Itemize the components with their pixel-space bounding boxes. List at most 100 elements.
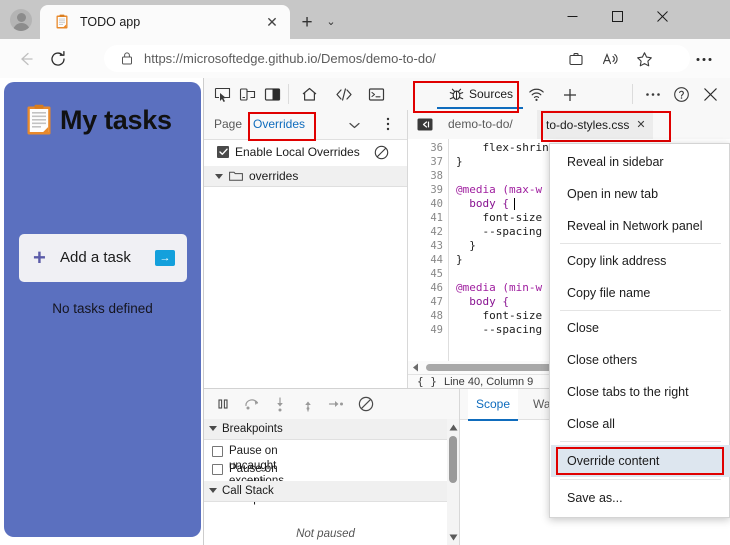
window-maximize-button[interactable] xyxy=(595,0,640,32)
navigator-more-chevron-down-icon[interactable] xyxy=(347,118,361,132)
todo-app-card: My tasks + Add a task → No tasks defined xyxy=(4,82,201,537)
deactivate-breakpoints-button[interactable] xyxy=(356,395,376,413)
device-emulation-button[interactable] xyxy=(237,84,258,105)
context-menu-item-reveal-in-network-panel[interactable]: Reveal in Network panel xyxy=(551,210,730,242)
add-panel-icon xyxy=(563,88,576,101)
network-conditions-button[interactable] xyxy=(526,84,547,105)
profile-button[interactable] xyxy=(7,6,35,34)
pause-resume-button[interactable] xyxy=(213,395,233,413)
navigator-tab-overrides[interactable]: Overrides xyxy=(253,116,305,133)
tab-scope[interactable]: Scope xyxy=(468,389,519,421)
context-menu-item-close[interactable]: Close xyxy=(551,312,730,344)
window-minimize-button[interactable] xyxy=(550,0,595,32)
add-favorite-button[interactable] xyxy=(634,49,654,69)
scrollbar-thumb[interactable] xyxy=(449,436,457,483)
enable-local-overrides-checkbox[interactable] xyxy=(217,146,229,158)
context-menu-divider xyxy=(560,479,721,480)
devtools-close-button[interactable] xyxy=(700,84,721,105)
pretty-print-button[interactable]: { } xyxy=(417,375,437,389)
show-navigator-button[interactable] xyxy=(416,116,434,132)
more-options-icon xyxy=(386,117,390,131)
devtools-tab-sources-label: Sources xyxy=(469,87,514,101)
clear-configuration-icon xyxy=(374,145,388,159)
navigator-tabs: Page Overrides xyxy=(204,110,407,140)
step-icon xyxy=(328,401,343,407)
devtools-help-button[interactable] xyxy=(671,84,692,105)
navigator-more-options-button[interactable] xyxy=(381,116,395,132)
step-over-button[interactable] xyxy=(242,395,262,413)
code-line: } xyxy=(456,155,463,168)
breakpoints-section-label: Breakpoints xyxy=(222,423,283,435)
context-menu-item-close-others[interactable]: Close others xyxy=(551,344,730,376)
browser-settings-button[interactable] xyxy=(694,49,714,69)
tab-list-chevron-down-icon[interactable]: ⌄ xyxy=(322,13,340,31)
browser-tab-close-icon[interactable]: ✕ xyxy=(264,14,280,30)
expand-triangle-icon[interactable] xyxy=(209,426,217,431)
editor-tab-to-do-styles-css[interactable]: to-do-styles.css ✕ xyxy=(537,110,653,139)
breakpoints-section-header[interactable]: Breakpoints xyxy=(204,419,447,440)
step-button[interactable] xyxy=(326,395,346,413)
maximize-icon xyxy=(612,10,623,22)
scroll-down-arrow-icon[interactable] xyxy=(448,532,458,542)
browser-tab-todo-app[interactable]: TODO app ✕ xyxy=(40,5,290,39)
step-out-button[interactable] xyxy=(298,395,318,413)
devtools-tab-sources[interactable]: Sources xyxy=(442,80,520,108)
context-menu-divider xyxy=(560,310,721,311)
expand-triangle-icon[interactable] xyxy=(209,488,217,493)
editor-tab-demo-to-do[interactable]: demo-to-do/ xyxy=(448,110,513,138)
home-button[interactable] xyxy=(299,84,320,105)
debugger-vertical-scrollbar[interactable] xyxy=(447,419,459,545)
webpage-viewport: My tasks + Add a task → No tasks defined xyxy=(0,78,203,545)
code-line: } xyxy=(456,239,476,252)
context-menu-item-override-content[interactable]: Override content xyxy=(551,445,730,477)
favorite-star-icon xyxy=(636,51,652,66)
close-icon xyxy=(657,10,668,22)
step-into-icon xyxy=(277,396,283,411)
pause-caught-exceptions-checkbox[interactable] xyxy=(212,464,223,475)
context-menu-item-open-in-new-tab[interactable]: Open in new tab xyxy=(551,178,730,210)
collections-button[interactable] xyxy=(566,49,586,69)
context-menu-item-copy-link-address[interactable]: Copy link address xyxy=(551,245,730,277)
read-aloud-button[interactable] xyxy=(600,49,620,69)
call-stack-section-header[interactable]: Call Stack xyxy=(204,481,447,502)
context-menu-item-copy-file-name[interactable]: Copy file name xyxy=(551,277,730,309)
context-menu-item-close-tabs-to-the-right[interactable]: Close tabs to the right xyxy=(551,376,730,408)
code-line: } xyxy=(456,253,463,266)
overrides-folder-row[interactable]: overrides xyxy=(204,166,407,187)
settings-ellipsis-icon xyxy=(696,57,712,61)
code-line: --spacing xyxy=(456,323,543,336)
add-panel-button[interactable] xyxy=(559,84,580,105)
home-icon xyxy=(302,87,317,101)
line-number-gutter: 36 37 38 39 40 41 42 43 44 45 46 47 48 4… xyxy=(408,139,449,361)
new-tab-button[interactable]: + xyxy=(296,11,318,33)
reload-button[interactable] xyxy=(46,47,70,71)
elements-panel-button[interactable] xyxy=(333,84,354,105)
scroll-left-arrow-icon[interactable] xyxy=(411,363,420,372)
editor-tab-close-icon[interactable]: ✕ xyxy=(636,117,645,133)
help-icon xyxy=(674,87,689,102)
context-menu-item-save-as[interactable]: Save as... xyxy=(551,482,730,514)
enable-local-overrides-row[interactable]: Enable Local Overrides xyxy=(204,139,407,167)
sources-navigator-pane: Page Overrides Enable Local Overrides ov… xyxy=(204,110,408,388)
dock-side-button[interactable] xyxy=(262,84,283,105)
scrollbar-thumb[interactable] xyxy=(426,364,556,371)
console-panel-button[interactable] xyxy=(366,84,387,105)
navigator-tab-page[interactable]: Page xyxy=(214,116,242,133)
inspect-element-button[interactable] xyxy=(212,84,233,105)
todo-header: My tasks xyxy=(26,104,172,136)
add-task-input[interactable]: + Add a task → xyxy=(19,234,187,282)
scroll-up-arrow-icon[interactable] xyxy=(448,422,458,432)
pause-uncaught-exceptions-checkbox[interactable] xyxy=(212,446,223,457)
window-close-button[interactable] xyxy=(640,0,685,32)
show-navigator-icon xyxy=(417,118,433,130)
context-menu-item-reveal-in-sidebar[interactable]: Reveal in sidebar xyxy=(551,146,730,178)
submit-task-button[interactable]: → xyxy=(155,250,175,266)
device-emulation-icon xyxy=(239,88,256,101)
devtools-more-tools-button[interactable] xyxy=(642,84,663,105)
back-button[interactable] xyxy=(14,47,38,71)
step-into-button[interactable] xyxy=(270,395,290,413)
context-menu-item-close-all[interactable]: Close all xyxy=(551,408,730,440)
clear-overrides-configuration-button[interactable] xyxy=(373,144,389,160)
close-devtools-icon xyxy=(704,88,717,101)
folder-expand-triangle-icon[interactable] xyxy=(215,174,223,179)
